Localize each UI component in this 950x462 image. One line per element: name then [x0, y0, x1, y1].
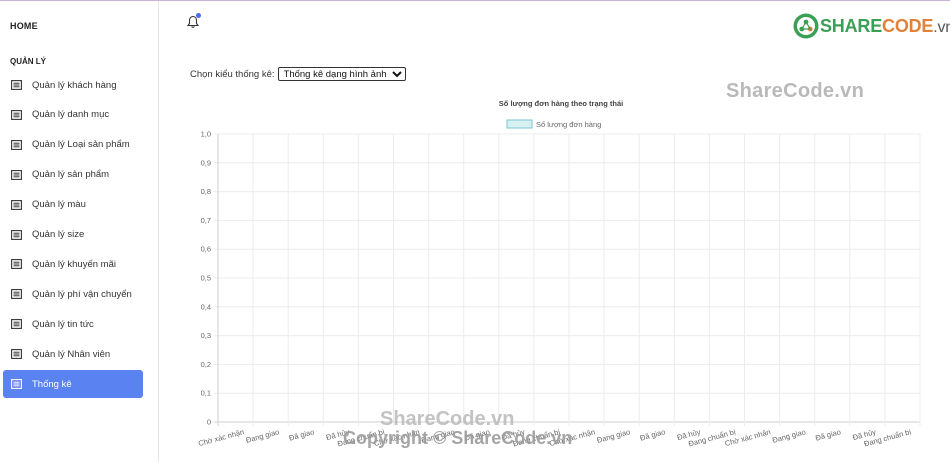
sidebar-item-thong-ke[interactable]: Thống kê — [3, 370, 143, 398]
chart-legend[interactable]: Số lượng đơn hàng — [506, 119, 601, 129]
sidebar-home-link[interactable]: HOME — [10, 21, 38, 31]
sidebar-item-label: Quản lý khách hàng — [32, 79, 117, 91]
y-tick-label: 0,7 — [201, 216, 211, 225]
legend-swatch — [506, 119, 533, 129]
logo-icon — [793, 13, 819, 39]
list-icon — [11, 199, 22, 210]
x-tick-label: Đã giao — [814, 427, 841, 442]
sidebar-item-label: Quản lý phí vận chuyển — [32, 288, 132, 300]
notification-badge — [196, 13, 201, 18]
sidebar: HOME QUẢN LÝ Quản lý khách hàng Quản lý d… — [0, 1, 159, 462]
x-tick-label: Đang giao — [245, 427, 280, 445]
legend-label: Số lượng đơn hàng — [536, 120, 601, 129]
sidebar-item-nhan-vien[interactable]: Quản lý Nhân viên — [3, 340, 143, 368]
y-tick-label: 0,9 — [201, 158, 211, 167]
list-icon — [11, 109, 22, 120]
x-tick-label: Đã giao — [288, 427, 315, 442]
sidebar-item-label: Quản lý màu — [32, 199, 86, 211]
sidebar-item-label: Quản lý khuyến mãi — [32, 258, 116, 270]
sidebar-item-mau[interactable]: Quản lý màu — [3, 191, 143, 219]
chart-title: Số lượng đơn hàng theo trạng thái — [499, 99, 623, 108]
x-tick-label: Đang giao — [771, 427, 806, 445]
filter-label: Chọn kiểu thống kê: — [190, 68, 275, 80]
sidebar-item-loai-san-pham[interactable]: Quản lý Loại sản phẩm — [3, 131, 143, 159]
y-tick-label: 0 — [207, 418, 211, 427]
sharecode-logo: SHARECODE.vn — [792, 12, 950, 40]
sidebar-section-title: QUẢN LÝ — [10, 57, 46, 66]
order-status-chart: Số lượng đơn hàng theo trạng thái Số lượn… — [197, 99, 921, 448]
sidebar-item-phi-van-chuyen[interactable]: Quản lý phí vận chuyển — [3, 280, 143, 308]
x-tick-label: Đã giao — [639, 427, 666, 442]
list-icon — [11, 319, 22, 330]
sidebar-item-label: Quản lý Nhân viên — [32, 348, 111, 360]
list-icon — [11, 80, 22, 90]
y-tick-label: 0,4 — [201, 302, 211, 311]
sidebar-item-label: Quản lý size — [32, 229, 85, 240]
list-icon — [11, 379, 22, 389]
statistics-type-select[interactable]: Thống kê dạng hình ảnh — [277, 67, 406, 81]
sidebar-item-san-pham[interactable]: Quản lý sản phẩm — [3, 161, 143, 189]
list-icon — [11, 289, 22, 300]
logo-text: SHARECODE.vn — [820, 15, 950, 36]
list-icon — [11, 169, 22, 180]
y-tick-label: 0,8 — [201, 187, 211, 196]
sidebar-item-khuyen-mai[interactable]: Quản lý khuyến mãi — [3, 250, 143, 278]
y-tick-label: 0,3 — [201, 331, 211, 340]
sidebar-item-label: Quản lý tin tức — [32, 318, 94, 330]
list-icon — [11, 349, 22, 360]
watermark-top: ShareCode.vn — [726, 80, 865, 102]
watermark-copyright: Copyright © ShareCode.vn — [343, 428, 573, 448]
sidebar-item-khach-hang[interactable]: Quản lý khách hàng — [3, 71, 143, 99]
y-tick-label: 0,6 — [201, 245, 211, 254]
sidebar-item-danh-muc[interactable]: Quản lý danh mục — [3, 101, 143, 129]
list-icon — [11, 259, 22, 270]
sidebar-item-tin-tuc[interactable]: Quản lý tin tức — [3, 310, 143, 338]
list-icon — [11, 229, 22, 240]
y-tick-label: 0,1 — [201, 389, 211, 398]
x-tick-label: Đang giao — [596, 427, 631, 445]
y-tick-label: 0,5 — [201, 274, 211, 283]
list-icon — [11, 139, 22, 150]
sidebar-item-label: Thống kê — [32, 378, 72, 390]
sidebar-item-label: Quản lý Loại sản phẩm — [32, 139, 130, 151]
x-tick-label: Chờ xác nhận — [197, 427, 245, 448]
sidebar-item-label: Quản lý sản phẩm — [32, 169, 110, 181]
statistics-filter: Chọn kiểu thống kê: Thống kê dạng hình ả… — [190, 67, 406, 81]
y-tick-label: 1,0 — [201, 130, 211, 139]
sidebar-item-size[interactable]: Quản lý size — [3, 221, 143, 249]
y-tick-label: 0,2 — [201, 360, 211, 369]
sidebar-item-label: Quản lý danh mục — [32, 109, 110, 121]
